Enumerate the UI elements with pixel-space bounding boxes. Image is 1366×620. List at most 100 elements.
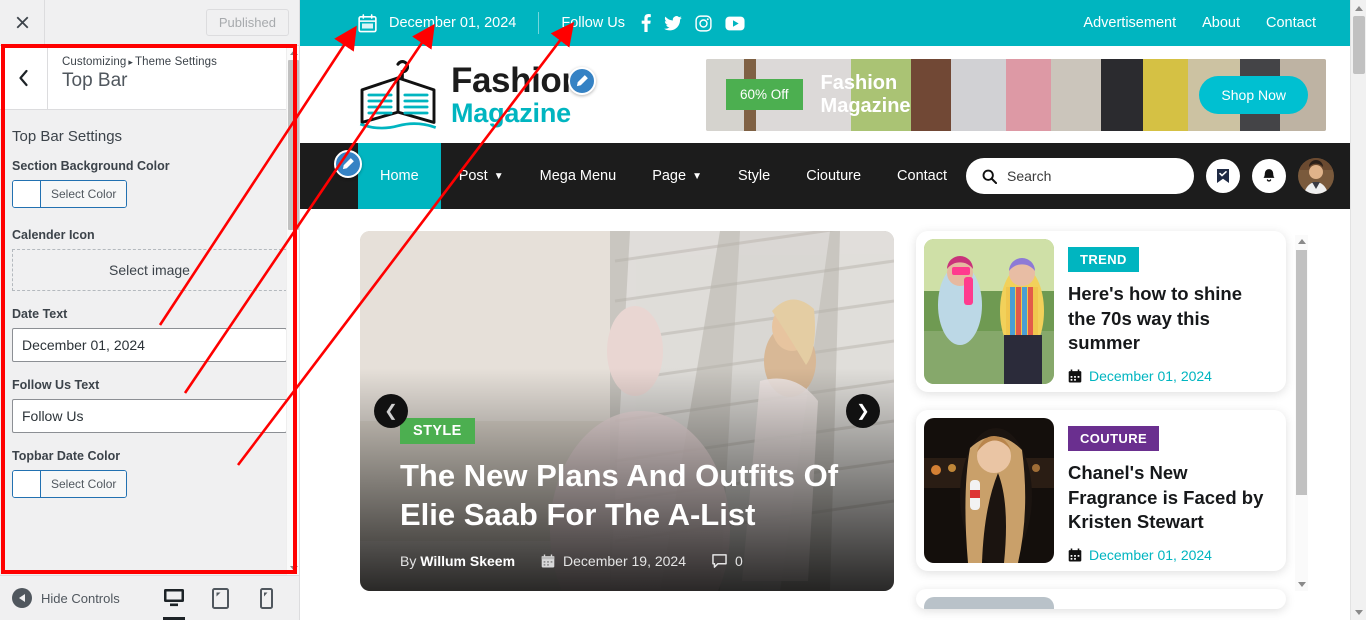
hero-title[interactable]: The New Plans And Outfits Of Elie Saab F… — [400, 456, 858, 535]
site-logo[interactable]: Fashion Magazine — [355, 59, 597, 131]
hero-comment-count: 0 — [735, 553, 743, 569]
list-item[interactable]: COUTURE Chanel's New Fragrance is Faced … — [916, 410, 1286, 571]
label-follow-us-text: Follow Us Text — [12, 378, 100, 392]
scrollbar-thumb[interactable] — [288, 60, 299, 230]
hide-controls-label: Hide Controls — [41, 590, 120, 606]
hide-controls-button[interactable]: Hide Controls — [12, 588, 120, 608]
mobile-preview-button[interactable] — [253, 585, 279, 611]
back-button[interactable] — [0, 46, 48, 109]
search-input[interactable]: Search — [966, 158, 1194, 194]
customizer-body: Customizing ▸ Theme Settings Top Bar Top B… — [0, 46, 299, 575]
nav-label: Ciouture — [806, 168, 862, 184]
status-badge[interactable]: COUTURE — [1068, 426, 1160, 451]
bookmark-button[interactable] — [1206, 159, 1240, 193]
follow-us-text-input[interactable] — [12, 399, 287, 433]
tablet-icon — [211, 587, 229, 609]
content-scrollbar[interactable] — [1295, 235, 1308, 591]
hero-comments: 0 — [712, 553, 743, 569]
primary-navigation: Home Post ▼ Mega Menu Page ▼ Style Ciout… — [358, 143, 965, 209]
color-swatch[interactable] — [13, 181, 41, 207]
nav-item-post[interactable]: Post ▼ — [441, 143, 522, 209]
edit-logo-pencil-icon[interactable] — [568, 66, 597, 95]
topbar-link-advertisement[interactable]: Advertisement — [1083, 15, 1176, 31]
avatar[interactable] — [1298, 158, 1334, 194]
customizer-section-header: Customizing ▸ Theme Settings Top Bar — [0, 46, 299, 110]
nav-item-home[interactable]: Home — [358, 143, 441, 209]
customizer-scrollbar[interactable] — [286, 46, 299, 575]
post-title[interactable]: Chanel's New Fragrance is Faced by Krist… — [1068, 461, 1274, 535]
scroll-up-arrow-icon[interactable] — [1351, 0, 1366, 16]
shop-now-button[interactable]: Shop Now — [1199, 75, 1308, 114]
nav-item-mega-menu[interactable]: Mega Menu — [522, 143, 635, 209]
hero-text-block: STYLE The New Plans And Outfits Of Elie … — [400, 417, 858, 569]
nav-item-contact[interactable]: Contact — [879, 143, 965, 209]
section-titles: Customizing ▸ Theme Settings Top Bar — [48, 46, 217, 109]
label-calendar-icon: Calender Icon — [12, 228, 95, 242]
youtube-icon[interactable] — [725, 16, 745, 31]
select-image-button[interactable]: Select image — [12, 249, 287, 291]
hero-category-badge[interactable]: STYLE — [400, 417, 475, 444]
calendar-icon-glyph — [358, 13, 377, 32]
field-follow-us-text: Follow Us Text — [12, 378, 287, 433]
topbar-divider — [538, 12, 540, 34]
twitter-icon[interactable] — [664, 15, 682, 31]
hero-meta: By Willum Skeem December 19, 2024 0 — [400, 553, 858, 569]
hero-prev-button[interactable]: ❮ — [374, 394, 408, 428]
edit-menu-pencil-icon[interactable] — [334, 150, 362, 178]
published-button[interactable]: Published — [205, 9, 289, 36]
topbar-link-about[interactable]: About — [1202, 15, 1240, 31]
browser-scrollbar[interactable] — [1350, 0, 1366, 620]
nav-item-ciouture[interactable]: Ciouture — [788, 143, 879, 209]
close-icon-glyph — [16, 16, 28, 29]
scrollbar-thumb[interactable] — [1353, 16, 1365, 74]
sidebar-posts: TREND Here's how to shine the 70s way th… — [916, 231, 1308, 620]
facebook-icon[interactable] — [641, 14, 651, 32]
scroll-up-arrow-icon[interactable] — [287, 46, 299, 59]
page-title: Top Bar — [62, 70, 128, 91]
customizer-controls: Top Bar Settings Section Background Colo… — [0, 110, 299, 502]
post-thumbnail — [924, 418, 1054, 563]
avatar-image — [1298, 158, 1334, 194]
post-title[interactable]: Here's how to shine the 70s way this sum… — [1068, 282, 1274, 356]
post-date: December 01, 2024 — [1068, 368, 1274, 384]
scroll-down-arrow-icon[interactable] — [1295, 578, 1308, 591]
nav-label: Page — [652, 168, 687, 184]
status-badge[interactable]: TREND — [1068, 247, 1139, 272]
list-item[interactable] — [916, 589, 1286, 609]
search-icon — [982, 169, 997, 184]
scroll-down-arrow-icon[interactable] — [287, 562, 299, 575]
scrollbar-thumb[interactable] — [1296, 250, 1307, 495]
chevron-down-icon: ▼ — [692, 170, 702, 182]
collapse-icon — [12, 588, 32, 608]
site-topbar: December 01, 2024 Follow Us Advertisemen… — [300, 0, 1350, 46]
nav-item-page[interactable]: Page ▼ — [634, 143, 720, 209]
hero-author-prefix: By — [400, 553, 417, 569]
breadcrumb-separator: ▸ — [128, 57, 133, 67]
close-icon[interactable] — [0, 0, 45, 45]
list-item[interactable]: TREND Here's how to shine the 70s way th… — [916, 231, 1286, 392]
open-book-hanger-logo — [359, 59, 437, 129]
nav-label: Contact — [897, 168, 948, 184]
scroll-down-arrow-icon[interactable] — [1351, 604, 1366, 620]
device-preview-group — [161, 585, 287, 620]
instagram-icon[interactable] — [695, 14, 712, 32]
hero-date-text: December 19, 2024 — [563, 553, 686, 569]
mobile-icon — [259, 587, 273, 609]
topbar-link-contact[interactable]: Contact — [1266, 15, 1316, 31]
post-thumbnail-image — [924, 597, 1054, 609]
color-swatch[interactable] — [13, 471, 41, 497]
ad-title-line-2: Magazine — [820, 94, 911, 117]
desktop-preview-button[interactable] — [161, 585, 187, 620]
tablet-preview-button[interactable] — [207, 585, 233, 611]
topbar-date-color-picker[interactable]: Select Color — [12, 470, 128, 498]
ad-discount-badge: 60% Off — [726, 79, 803, 110]
post-date-text: December 01, 2024 — [1089, 546, 1212, 563]
hero-next-button[interactable]: ❯ — [846, 394, 880, 428]
hero-slider: ❮ ❯ STYLE The New Plans And Outfits Of E… — [360, 231, 894, 591]
date-text-input[interactable] — [12, 328, 287, 362]
section-background-color-picker[interactable]: Select Color — [12, 180, 128, 208]
notifications-button[interactable] — [1252, 159, 1286, 193]
advertisement-banner[interactable]: 60% Off Fashion Magazine Shop Now — [706, 58, 1326, 131]
nav-item-style[interactable]: Style — [720, 143, 788, 209]
scroll-up-arrow-icon[interactable] — [1295, 235, 1308, 248]
